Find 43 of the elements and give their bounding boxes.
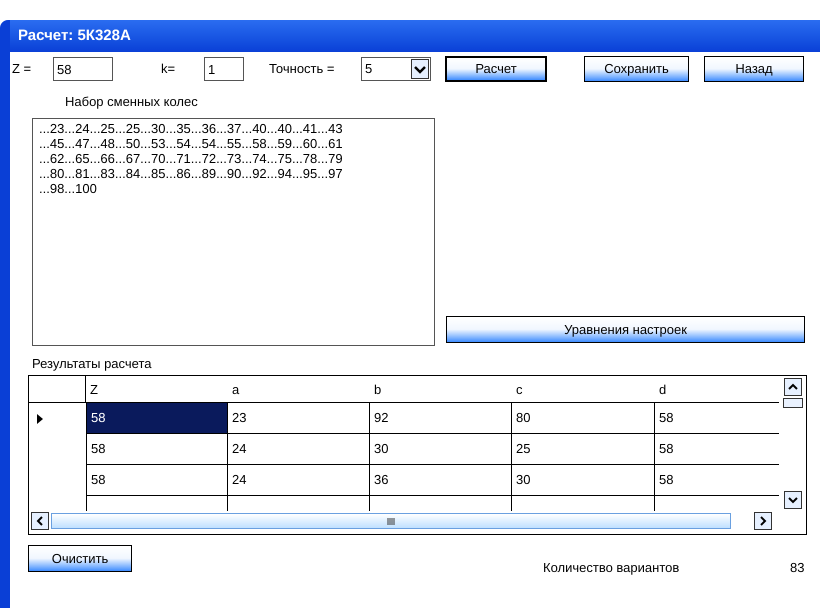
table-cell[interactable]: 23 — [228, 403, 370, 434]
scroll-down-icon[interactable] — [784, 491, 802, 509]
table-cell[interactable]: 25 — [512, 434, 655, 465]
window-title: Расчет: 5К328А — [18, 26, 131, 46]
save-button[interactable]: Сохранить — [584, 56, 689, 82]
column-header[interactable]: d — [655, 376, 779, 402]
table-cell[interactable]: 30 — [370, 434, 512, 465]
column-header[interactable]: b — [370, 376, 512, 402]
scroll-right-icon[interactable] — [754, 512, 772, 530]
field-label: k= — [161, 60, 176, 78]
scroll-up-icon[interactable] — [784, 378, 802, 396]
precision-dropdown[interactable]: 5 — [361, 57, 431, 81]
horizontal-scroll-thumb[interactable] — [51, 513, 731, 529]
column-header[interactable]: a — [228, 376, 370, 402]
gear-list-text: ...23...24...25...25...30...35...36...37...40...40...41...43 ...45...47...48...50...53...54...54...55...58...59...60...61 ...62...65...66...67...70...71...72...73...74...75...78...79 ...80...81...83...84...85...86...89...90...92...94...95...97 ...98...100 — [39, 121, 344, 196]
back-button[interactable]: Назад — [704, 56, 804, 82]
table-cell[interactable]: 58 — [86, 403, 228, 434]
scroll-thumb[interactable] — [782, 398, 802, 408]
gear-list-box[interactable] — [32, 118, 435, 346]
calculate-button[interactable]: Расчет — [445, 56, 547, 82]
section-label: Набор сменных колес — [65, 93, 198, 111]
table-cell[interactable]: 30 — [512, 465, 655, 496]
row-pointer-icon — [37, 414, 43, 424]
table-cell[interactable]: 24 — [228, 434, 370, 465]
number-field[interactable]: 1 — [204, 57, 244, 81]
field-label: Z = — [11, 60, 32, 78]
table-cell[interactable]: 58 — [86, 465, 228, 496]
table-cell[interactable]: 58 — [86, 434, 228, 465]
table-cell[interactable]: 92 — [370, 403, 512, 434]
column-header[interactable]: Z — [86, 376, 228, 402]
count-label: Количество вариантов — [543, 559, 680, 577]
clear-button[interactable]: Очистить — [28, 545, 132, 572]
count-value: 83 — [790, 559, 804, 577]
number-field[interactable]: 58 — [53, 57, 113, 81]
table-cell[interactable]: 24 — [228, 465, 370, 496]
section-label: Результаты расчета — [32, 355, 152, 373]
equations-button[interactable]: Уравнения настроек — [446, 316, 805, 343]
table-cell[interactable]: 80 — [512, 403, 655, 434]
column-header[interactable]: c — [512, 376, 655, 402]
grip-icon — [386, 518, 396, 524]
field-label: Точность = — [269, 60, 336, 78]
scroll-left-icon[interactable] — [31, 512, 49, 530]
table-cell[interactable]: 36 — [370, 465, 512, 496]
